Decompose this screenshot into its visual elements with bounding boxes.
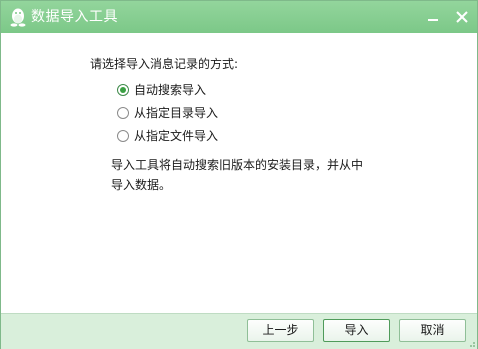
- option-label: 自动搜索导入: [134, 83, 207, 97]
- option-from-directory[interactable]: 从指定目录导入: [117, 104, 218, 122]
- qq-penguin-icon: [10, 8, 26, 27]
- prompt-label: 请选择导入消息记录的方式:: [90, 57, 239, 71]
- description-line: 导入工具将自动搜索旧版本的安装目录，并从中: [111, 158, 364, 172]
- window-title: 数据导入工具: [31, 9, 118, 25]
- minimize-icon: [428, 19, 438, 21]
- minimize-button[interactable]: [419, 3, 447, 31]
- option-auto-search[interactable]: 自动搜索导入: [117, 81, 206, 99]
- radio-button[interactable]: [117, 107, 129, 119]
- description-text: 导入工具将自动搜索旧版本的安装目录，并从中 导入数据。: [111, 155, 371, 195]
- button-bar: 上一步 导入 取消: [1, 313, 477, 349]
- radio-button[interactable]: [117, 130, 129, 142]
- option-label: 从指定文件导入: [134, 129, 219, 143]
- description-line: 导入数据。: [111, 178, 172, 192]
- resize-grip-icon[interactable]: [467, 339, 476, 348]
- import-button[interactable]: 导入: [323, 319, 390, 342]
- radio-button-checked[interactable]: [117, 84, 129, 96]
- close-icon: [456, 11, 468, 23]
- close-button[interactable]: [448, 3, 476, 31]
- option-from-file[interactable]: 从指定文件导入: [117, 127, 218, 145]
- dialog-content: 请选择导入消息记录的方式: 自动搜索导入 从指定目录导入 从指定文件导入 导入工…: [1, 33, 477, 313]
- title-bar[interactable]: 数据导入工具: [1, 1, 477, 33]
- option-label: 从指定目录导入: [134, 106, 219, 120]
- import-tool-dialog: 数据导入工具 请选择导入消息记录的方式: 自动搜索导入 从指定目录导入 从指定文…: [0, 0, 478, 349]
- previous-step-button[interactable]: 上一步: [247, 319, 314, 342]
- cancel-button[interactable]: 取消: [399, 319, 466, 342]
